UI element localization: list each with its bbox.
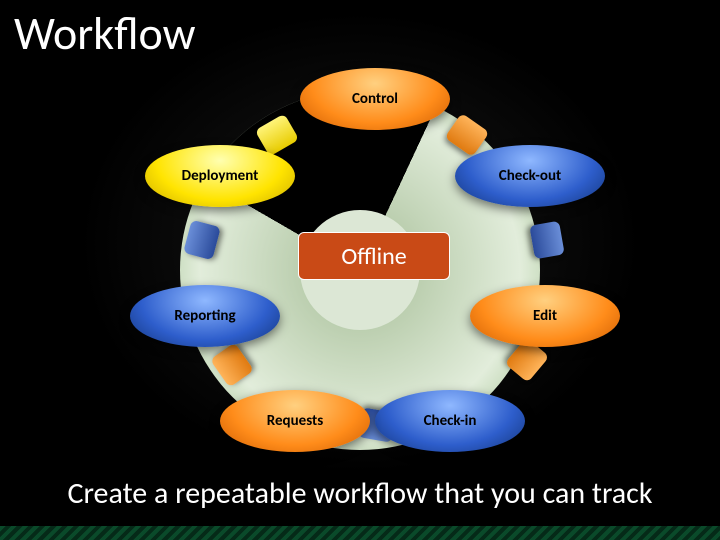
- node-requests: Requests: [220, 390, 370, 452]
- node-label: Requests: [267, 412, 323, 430]
- slide-subtitle: Create a repeatable workflow that you ca…: [0, 475, 720, 512]
- node-label: Reporting: [174, 307, 235, 325]
- node-checkin: Check-in: [375, 390, 525, 452]
- node-reporting: Reporting: [130, 285, 280, 347]
- node-checkout: Check-out: [455, 145, 605, 207]
- node-label: Check-out: [499, 167, 561, 185]
- node-label: Check-in: [424, 412, 477, 430]
- node-label: Deployment: [182, 167, 259, 185]
- slide: Workflow Control Check-out Edit Check-in…: [0, 0, 720, 540]
- center-label: Offline: [298, 232, 450, 280]
- node-label: Edit: [533, 307, 557, 325]
- node-control: Control: [300, 68, 450, 130]
- node-deployment: Deployment: [145, 145, 295, 207]
- center-label-text: Offline: [341, 242, 406, 271]
- node-label: Control: [352, 90, 398, 108]
- arrow-checkout-to-edit: [529, 221, 564, 260]
- node-edit: Edit: [470, 285, 620, 347]
- workflow-cycle-diagram: Control Check-out Edit Check-in Requests…: [120, 50, 600, 480]
- footer-stripe: [0, 526, 720, 540]
